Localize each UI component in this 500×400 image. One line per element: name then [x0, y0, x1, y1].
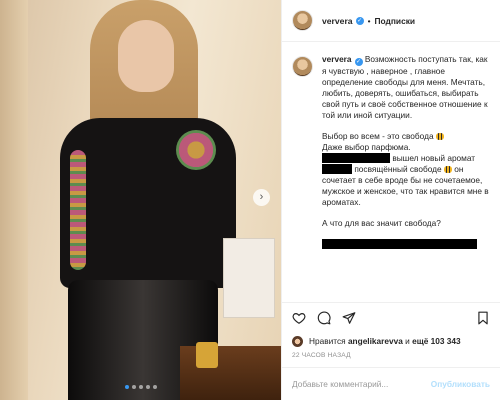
caption-text-2b: Даже выбор парфюма. — [322, 142, 411, 152]
comment-icon[interactable] — [317, 311, 331, 325]
action-bar — [282, 302, 500, 332]
header-separator: • — [367, 15, 371, 26]
post-header: ververa ✓ • Подписки — [282, 0, 500, 42]
bee-emoji-icon — [435, 133, 444, 140]
instagram-post: › ververa ✓ • Подписки ververa ✓ Возможно… — [0, 0, 500, 400]
caption-paragraph-3: А что для вас значит свобода? — [322, 218, 490, 229]
post-photo[interactable]: › — [0, 0, 281, 400]
caption-paragraph-1: ververa ✓ Возможность поступать так, как … — [322, 54, 490, 121]
photo-woman-figure — [28, 0, 248, 400]
caption-username[interactable]: ververa — [322, 54, 352, 64]
liker-avatar[interactable] — [292, 335, 303, 347]
next-slide-button[interactable]: › — [253, 189, 270, 206]
caption-paragraph-2: Выбор во всем - это свобода Даже выбор п… — [322, 131, 490, 208]
photo-perfume-bottle — [196, 342, 218, 368]
following-button[interactable]: Подписки — [375, 16, 416, 26]
redacted-block — [322, 239, 477, 249]
verified-icon: ✓ — [354, 58, 363, 66]
photo-face — [118, 20, 174, 92]
add-comment-bar: Опубликовать — [282, 367, 500, 400]
caption-text-3: А что для вас значит свобода? — [322, 218, 441, 228]
caption-text-2c: вышел новый аромат — [392, 153, 476, 163]
carousel-dots — [0, 385, 281, 389]
likes-and: и — [405, 336, 410, 346]
caption-text-2a: Выбор во всем - это свобода — [322, 131, 434, 141]
photo-perfume-box — [223, 238, 275, 318]
avatar[interactable] — [292, 10, 313, 31]
photo-embroidery-left — [70, 150, 86, 270]
carousel-dot — [131, 385, 136, 389]
likes-summary: Нравится angelikarevva и ещё 103 343 — [282, 332, 500, 350]
photo-embroidery-shoulder — [176, 130, 216, 170]
publish-button[interactable]: Опубликовать — [431, 379, 490, 389]
redacted-block — [322, 153, 390, 163]
chevron-right-icon: › — [259, 191, 264, 203]
comment-input[interactable] — [292, 379, 431, 389]
caption-text-2d: посвящённый свободе — [354, 164, 442, 174]
likes-prefix: Нравится — [309, 336, 346, 346]
comments-area: ververa ✓ Возможность поступать так, как … — [282, 42, 500, 302]
redacted-block — [322, 164, 352, 174]
post-sidebar: ververa ✓ • Подписки ververa ✓ Возможност… — [281, 0, 500, 400]
share-icon[interactable] — [342, 311, 356, 325]
bookmark-icon[interactable] — [476, 311, 490, 325]
post-timestamp[interactable]: 22 ЧАСОВ НАЗАД — [282, 350, 500, 367]
liker-username[interactable]: angelikarevva — [348, 336, 403, 346]
header-username[interactable]: ververa — [322, 16, 353, 26]
carousel-dot — [152, 385, 157, 389]
carousel-dot — [138, 385, 143, 389]
caption-avatar[interactable] — [292, 56, 313, 77]
likes-count[interactable]: ещё 103 343 — [412, 336, 461, 346]
bee-emoji-icon — [443, 166, 452, 173]
caption: ververa ✓ Возможность поступать так, как … — [322, 54, 490, 302]
carousel-dot — [145, 385, 150, 389]
carousel-dot-active — [124, 385, 129, 389]
caption-paragraph-4 — [322, 239, 490, 250]
photo-background-wall — [0, 0, 28, 400]
heart-icon[interactable] — [292, 311, 306, 325]
verified-icon: ✓ — [355, 16, 364, 25]
